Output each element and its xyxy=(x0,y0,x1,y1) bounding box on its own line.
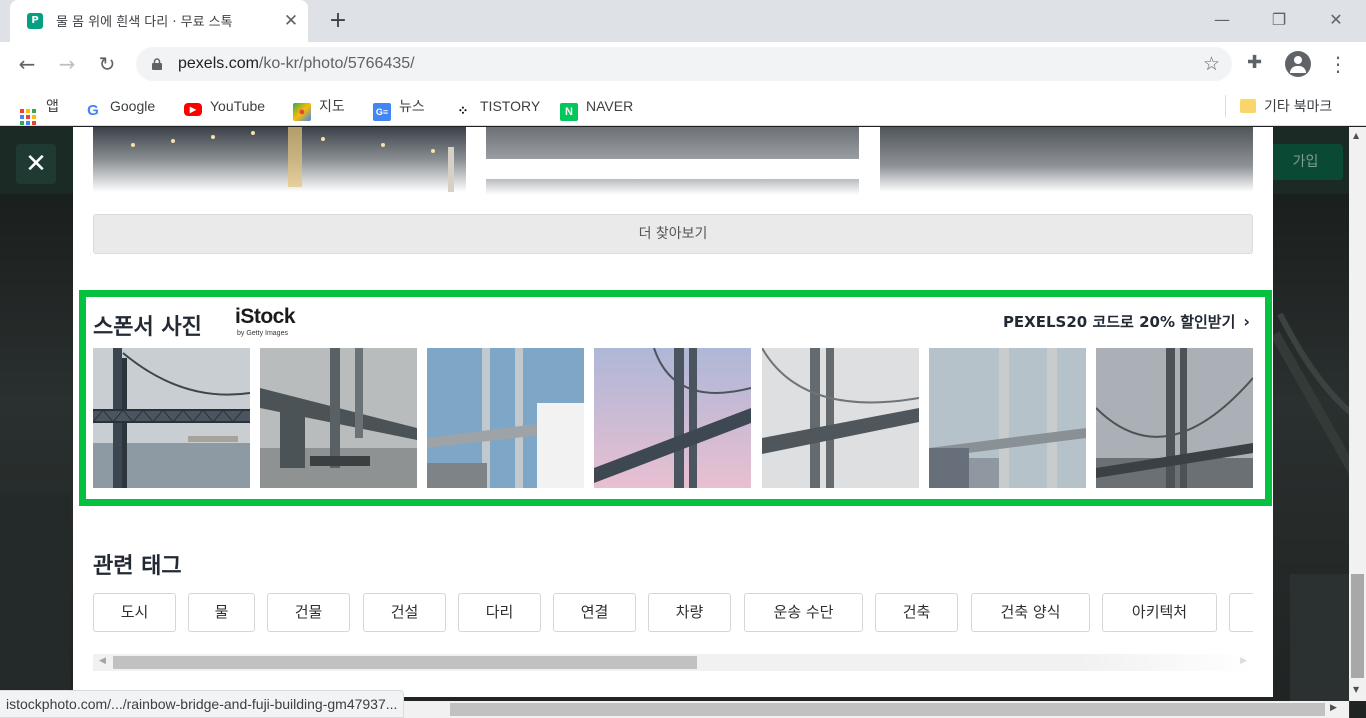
bookmark-maps[interactable]: ● 지도 xyxy=(293,96,345,121)
minimize-button[interactable]: — xyxy=(1202,6,1242,34)
tag-chip[interactable]: 아키텍처 xyxy=(1102,593,1217,632)
tab-close-icon[interactable]: ✕ xyxy=(282,12,300,30)
scroll-up-icon[interactable]: ▲ xyxy=(1353,131,1359,140)
scroll-right-icon[interactable]: ▶ xyxy=(1240,656,1247,666)
istock-logo[interactable]: iStock by Getty Images xyxy=(235,305,296,337)
close-modal-button[interactable]: ✕ xyxy=(16,144,56,184)
chevron-right-icon: › xyxy=(1243,312,1250,331)
sponsored-photo[interactable] xyxy=(929,348,1086,488)
promo-code-link[interactable]: PEXELS20 코드로 20% 할인받기 › xyxy=(1003,311,1250,332)
related-photo-thumb[interactable] xyxy=(880,127,1253,192)
bookmark-youtube[interactable]: ▶ YouTube xyxy=(184,96,265,116)
horizontal-scrollbar-thumb[interactable] xyxy=(450,703,1325,716)
tags-scrollbar-thumb[interactable] xyxy=(113,656,697,669)
news-icon: G≡ xyxy=(373,103,391,121)
load-more-button[interactable]: 더 찾아보기 xyxy=(93,214,1253,254)
sponsored-photo[interactable] xyxy=(427,348,584,488)
scroll-left-icon[interactable]: ◀ xyxy=(99,656,106,666)
tag-chip[interactable]: 차량 xyxy=(648,593,731,632)
join-button-dimmed: 가입 xyxy=(1268,144,1343,180)
bookmark-apps[interactable]: 앱 xyxy=(20,96,59,125)
tag-chip[interactable]: 다리 xyxy=(458,593,541,632)
scroll-down-icon[interactable]: ▼ xyxy=(1353,685,1359,694)
forward-button[interactable]: → xyxy=(53,50,81,78)
browser-toolbar: ← → ↻ pexels.com/ko-kr/photo/5766435/ ☆ … xyxy=(0,42,1366,86)
link-status-bar: istockphoto.com/.../rainbow-bridge-and-f… xyxy=(0,690,405,718)
browser-menu-icon[interactable]: ⋮ xyxy=(1328,50,1348,78)
tab-title: 물 몸 위에 흰색 다리 · 무료 스톡 xyxy=(56,11,276,30)
related-tags-title: 관련 태그 xyxy=(93,554,182,579)
bookmark-naver[interactable]: N NAVER xyxy=(560,96,633,121)
sponsored-photos-section: 스폰서 사진 iStock by Getty Images PEXELS20 코… xyxy=(79,290,1272,506)
tag-chip[interactable]: 도시 xyxy=(93,593,176,632)
bookmarks-bar: 앱 G Google ▶ YouTube ● 지도 G≡ 뉴스 ⁘ TISTORY N NA… xyxy=(0,86,1366,126)
sponsored-photo[interactable] xyxy=(594,348,751,488)
tag-chip[interactable]: 건물 xyxy=(267,593,350,632)
tag-chip[interactable]: 물 xyxy=(188,593,255,632)
tag-chip[interactable]: 건축 양식 xyxy=(971,593,1090,632)
tag-chip[interactable]: 운송 수단 xyxy=(744,593,863,632)
restore-button[interactable]: ❐ xyxy=(1259,6,1299,34)
tags-horizontal-scrollbar[interactable]: ◀ ▶ xyxy=(93,654,1253,671)
related-photo-thumb[interactable] xyxy=(486,179,859,195)
naver-icon: N xyxy=(560,103,578,121)
bookmark-tistory[interactable]: ⁘ TISTORY xyxy=(454,96,541,118)
tag-chip[interactable]: 건축 xyxy=(875,593,958,632)
pexels-favicon-icon: P xyxy=(27,13,43,29)
photo-modal: 더 찾아보기 스폰서 사진 iStock by Getty Images PEX… xyxy=(73,127,1273,697)
sponsored-title: 스폰서 사진 xyxy=(93,315,202,340)
tab-strip: P 물 몸 위에 흰색 다리 · 무료 스톡 ✕ + — ❐ ✕ xyxy=(0,0,1366,42)
sponsored-photo[interactable] xyxy=(260,348,417,488)
browser-tab[interactable]: P 물 몸 위에 흰색 다리 · 무료 스톡 ✕ xyxy=(10,0,308,42)
related-tags-list: 도시 물 건물 건설 다리 연결 차량 운송 수단 건축 건축 양식 아키텍처 xyxy=(93,593,1253,633)
related-photo-thumb[interactable] xyxy=(486,127,859,159)
youtube-icon: ▶ xyxy=(184,103,202,116)
bookmark-star-icon[interactable]: ☆ xyxy=(1203,53,1220,75)
apps-icon xyxy=(20,109,36,125)
sponsored-photo-strip xyxy=(93,348,1253,488)
related-photo-thumb[interactable] xyxy=(93,127,466,192)
sponsored-photo[interactable] xyxy=(762,348,919,488)
back-button[interactable]: ← xyxy=(13,50,41,78)
scroll-right-icon[interactable]: ▶ xyxy=(1330,703,1337,713)
bookmark-google[interactable]: G Google xyxy=(84,96,155,119)
bookmark-news[interactable]: G≡ 뉴스 xyxy=(373,96,425,121)
bookmark-other-folder[interactable]: 기타 북마크 xyxy=(1240,96,1332,116)
bookmarks-separator xyxy=(1225,95,1226,117)
maps-icon: ● xyxy=(293,103,311,121)
tistory-icon: ⁘ xyxy=(457,103,469,118)
sponsored-photo[interactable] xyxy=(1096,348,1253,488)
url-text: pexels.com/ko-kr/photo/5766435/ xyxy=(178,55,415,72)
vertical-scrollbar-thumb[interactable] xyxy=(1351,574,1364,678)
reload-button[interactable]: ↻ xyxy=(93,50,121,78)
profile-avatar-icon[interactable] xyxy=(1285,51,1311,77)
page-vertical-scrollbar[interactable]: ▲ ▼ xyxy=(1349,127,1366,701)
lock-icon xyxy=(152,58,162,70)
tag-chip[interactable] xyxy=(1229,593,1253,632)
sponsored-photo[interactable] xyxy=(93,348,250,488)
extensions-puzzle-icon[interactable]: ✚ xyxy=(1247,52,1262,73)
address-bar[interactable]: pexels.com/ko-kr/photo/5766435/ ☆ xyxy=(136,47,1232,81)
tag-chip[interactable]: 건설 xyxy=(363,593,446,632)
google-icon: G xyxy=(87,102,99,119)
new-tab-button[interactable]: + xyxy=(325,8,351,34)
folder-icon xyxy=(1240,99,1256,113)
tag-chip[interactable]: 연결 xyxy=(553,593,636,632)
window-close-button[interactable]: ✕ xyxy=(1316,6,1356,34)
